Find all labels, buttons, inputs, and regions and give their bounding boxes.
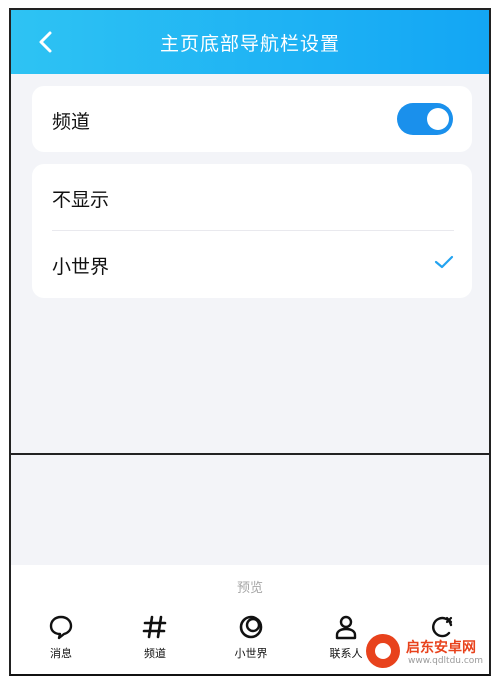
nav-tab-label: 频道 bbox=[144, 647, 166, 660]
person-icon bbox=[335, 615, 357, 640]
watermark-url: www.qdltdu.com bbox=[408, 656, 484, 666]
watermark-text: 启东安卓网 bbox=[406, 640, 476, 656]
hashtag-icon bbox=[142, 615, 167, 639]
channel-toggle-switch[interactable] bbox=[397, 103, 453, 135]
preview-label: 预览 bbox=[236, 581, 263, 596]
option-small-world-label: 小世界 bbox=[52, 256, 110, 278]
nav-tab-messages[interactable]: 消息 bbox=[16, 613, 106, 661]
empty-area bbox=[11, 455, 489, 565]
option-small-world[interactable]: 小世界 bbox=[32, 231, 472, 297]
checkmark-icon bbox=[434, 255, 454, 269]
world-ring-icon bbox=[239, 615, 263, 639]
channel-setting-label: 频道 bbox=[52, 111, 91, 133]
header-bar: 主页底部导航栏设置 bbox=[11, 10, 489, 74]
toggle-knob bbox=[427, 108, 449, 130]
nav-tab-label: 小世界 bbox=[234, 647, 268, 660]
option-hide-label: 不显示 bbox=[52, 189, 110, 211]
nav-tab-small-world[interactable]: 小世界 bbox=[206, 613, 296, 661]
nav-tab-channels[interactable]: 频道 bbox=[110, 613, 200, 661]
chat-bubble-icon bbox=[49, 615, 73, 640]
channel-setting-card: 频道 bbox=[32, 86, 472, 152]
watermark-logo-icon bbox=[366, 634, 400, 668]
page-title: 主页底部导航栏设置 bbox=[159, 33, 340, 55]
phone-screen: 主页底部导航栏设置 频道 不显示 小世界 预览 消息 频道 小世界 联系人 bbox=[9, 8, 491, 676]
option-hide[interactable]: 不显示 bbox=[32, 164, 472, 231]
nav-tab-label: 消息 bbox=[50, 647, 72, 660]
display-options-card: 不显示 小世界 bbox=[32, 164, 472, 298]
